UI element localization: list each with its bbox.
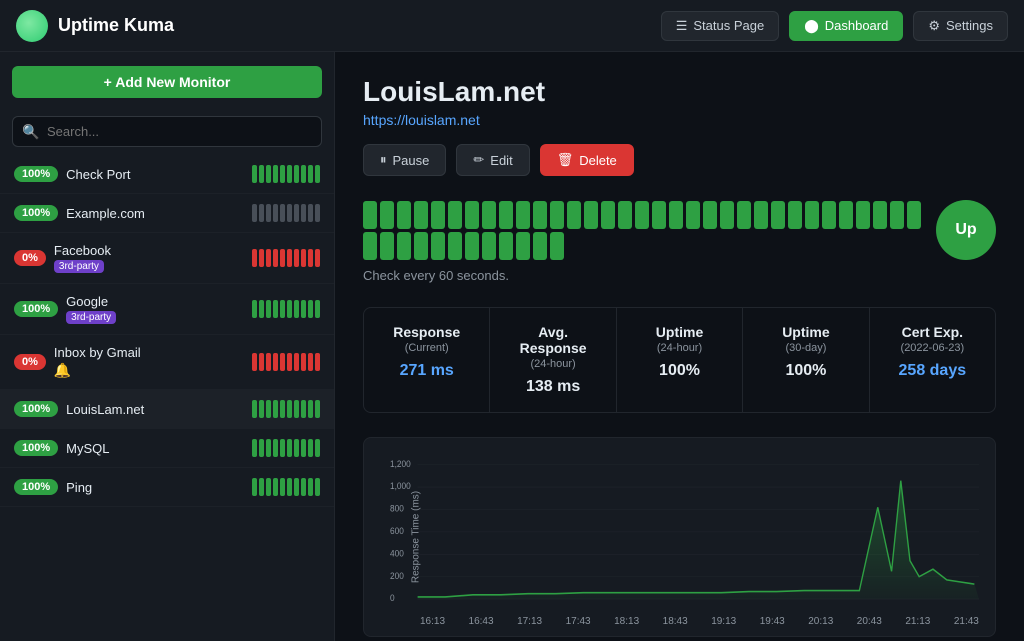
navbar: Uptime Kuma ☰ Status Page ⬤ Dashboard ⚙ … — [0, 0, 1024, 52]
status-badge: 100% — [14, 205, 58, 221]
monitor-name-wrap: Ping — [66, 480, 244, 495]
stat-uptime-24h: Uptime (24-hour) 100% — [617, 308, 743, 412]
monitor-name-wrap: Check Port — [66, 167, 244, 182]
monitor-name: Example.com — [66, 206, 244, 221]
edit-button[interactable]: ✏ Edit — [456, 144, 529, 176]
monitor-name-wrap: Inbox by Gmail 🔔 — [54, 345, 244, 379]
monitor-name-wrap: Example.com — [66, 206, 244, 221]
search-container: 🔍 — [0, 108, 334, 155]
monitor-item[interactable]: 0% Inbox by Gmail 🔔 — [0, 335, 334, 390]
chart-section: Response Time (ms) 1,200 1,000 800 600 4… — [363, 437, 996, 637]
monitor-item[interactable]: 100% LouisLam.net — [0, 390, 334, 429]
svg-text:600: 600 — [390, 525, 404, 536]
chart-x-labels: 16:13 16:43 17:13 17:43 18:13 18:43 19:1… — [380, 614, 979, 627]
action-buttons: ⏸ Pause ✏ Edit 🗑 Delete — [363, 144, 996, 176]
pause-icon: ⏸ — [380, 152, 387, 168]
main-layout: + Add New Monitor 🔍 100% Check Port 100% — [0, 52, 1024, 641]
monitor-name-wrap: LouisLam.net — [66, 402, 244, 417]
third-party-badge: 3rd-party — [54, 260, 104, 273]
svg-text:200: 200 — [390, 570, 404, 581]
status-badge: 100% — [14, 301, 58, 317]
uptime-pills — [363, 201, 922, 260]
svg-text:1,000: 1,000 — [390, 481, 411, 492]
brand: Uptime Kuma — [16, 10, 174, 42]
stat-avg-response: Avg. Response (24-hour) 138 ms — [490, 308, 616, 412]
monitor-bars — [252, 204, 320, 222]
pause-button[interactable]: ⏸ Pause — [363, 144, 446, 176]
monitor-name: Check Port — [66, 167, 244, 182]
content: LouisLam.net https://louislam.net ⏸ Paus… — [335, 52, 1024, 641]
monitor-name: LouisLam.net — [66, 402, 244, 417]
monitor-bars — [252, 300, 320, 318]
uptime-section: Up Check every 60 seconds. — [363, 200, 996, 283]
monitor-item[interactable]: 100% MySQL — [0, 429, 334, 468]
navbar-actions: ☰ Status Page ⬤ Dashboard ⚙ Settings — [661, 11, 1008, 41]
monitors-list: 100% Check Port 100% Example.com — [0, 155, 334, 641]
list-icon: ☰ — [676, 18, 688, 34]
status-up-badge: Up — [936, 200, 996, 260]
page-title: LouisLam.net — [363, 76, 996, 108]
chart-y-label: Response Time (ms) — [411, 491, 422, 583]
app-name: Uptime Kuma — [58, 15, 174, 36]
monitor-name: MySQL — [66, 441, 244, 456]
svg-text:1,200: 1,200 — [390, 458, 411, 469]
monitor-name: Facebook — [54, 243, 244, 258]
monitor-url[interactable]: https://louislam.net — [363, 112, 996, 128]
bell-icon: 🔔 — [54, 362, 244, 379]
monitor-name: Google — [66, 294, 244, 309]
dashboard-button[interactable]: ⬤ Dashboard — [789, 11, 903, 41]
trash-icon: 🗑 — [557, 152, 574, 168]
monitor-bars — [252, 439, 320, 457]
monitor-bars — [252, 353, 320, 371]
sidebar-top: + Add New Monitor — [0, 52, 334, 108]
status-badge: 100% — [14, 166, 58, 182]
stats-row: Response (Current) 271 ms Avg. Response … — [363, 307, 996, 413]
sidebar: + Add New Monitor 🔍 100% Check Port 100% — [0, 52, 335, 641]
status-badge: 0% — [14, 354, 46, 370]
monitor-item[interactable]: 100% Google 3rd-party — [0, 284, 334, 335]
monitor-name-wrap: Google 3rd-party — [66, 294, 244, 324]
stat-cert-exp: Cert Exp. (2022-06-23) 258 days — [870, 308, 995, 412]
delete-button[interactable]: 🗑 Delete — [540, 144, 634, 176]
stat-response: Response (Current) 271 ms — [364, 308, 490, 412]
status-badge: 100% — [14, 479, 58, 495]
brand-logo — [16, 10, 48, 42]
status-badge: 100% — [14, 401, 58, 417]
add-new-monitor-button[interactable]: + Add New Monitor — [12, 66, 322, 98]
settings-button[interactable]: ⚙ Settings — [913, 11, 1008, 41]
status-page-button[interactable]: ☰ Status Page — [661, 11, 779, 41]
monitor-item[interactable]: 100% Ping — [0, 468, 334, 507]
search-input[interactable] — [12, 116, 322, 147]
monitor-bars — [252, 478, 320, 496]
check-interval: Check every 60 seconds. — [363, 268, 996, 283]
uptime-bars-row: Up — [363, 200, 996, 260]
edit-icon: ✏ — [473, 152, 484, 168]
monitor-name: Inbox by Gmail — [54, 345, 244, 360]
gear-icon: ⚙ — [928, 18, 940, 34]
dashboard-icon: ⬤ — [804, 18, 819, 34]
status-badge: 100% — [14, 440, 58, 456]
monitor-bars — [252, 165, 320, 183]
status-badge: 0% — [14, 250, 46, 266]
monitor-name-wrap: Facebook 3rd-party — [54, 243, 244, 273]
monitor-name-wrap: MySQL — [66, 441, 244, 456]
svg-text:800: 800 — [390, 503, 404, 514]
monitor-item[interactable]: 100% Check Port — [0, 155, 334, 194]
chart-svg: 1,200 1,000 800 600 400 200 0 — [390, 454, 979, 614]
monitor-item[interactable]: 0% Facebook 3rd-party — [0, 233, 334, 284]
third-party-badge: 3rd-party — [66, 311, 116, 324]
monitor-bars — [252, 249, 320, 267]
svg-text:400: 400 — [390, 548, 404, 559]
monitor-bars — [252, 400, 320, 418]
monitor-item[interactable]: 100% Example.com — [0, 194, 334, 233]
monitor-name: Ping — [66, 480, 244, 495]
svg-text:0: 0 — [390, 593, 395, 604]
stat-uptime-30d: Uptime (30-day) 100% — [743, 308, 869, 412]
